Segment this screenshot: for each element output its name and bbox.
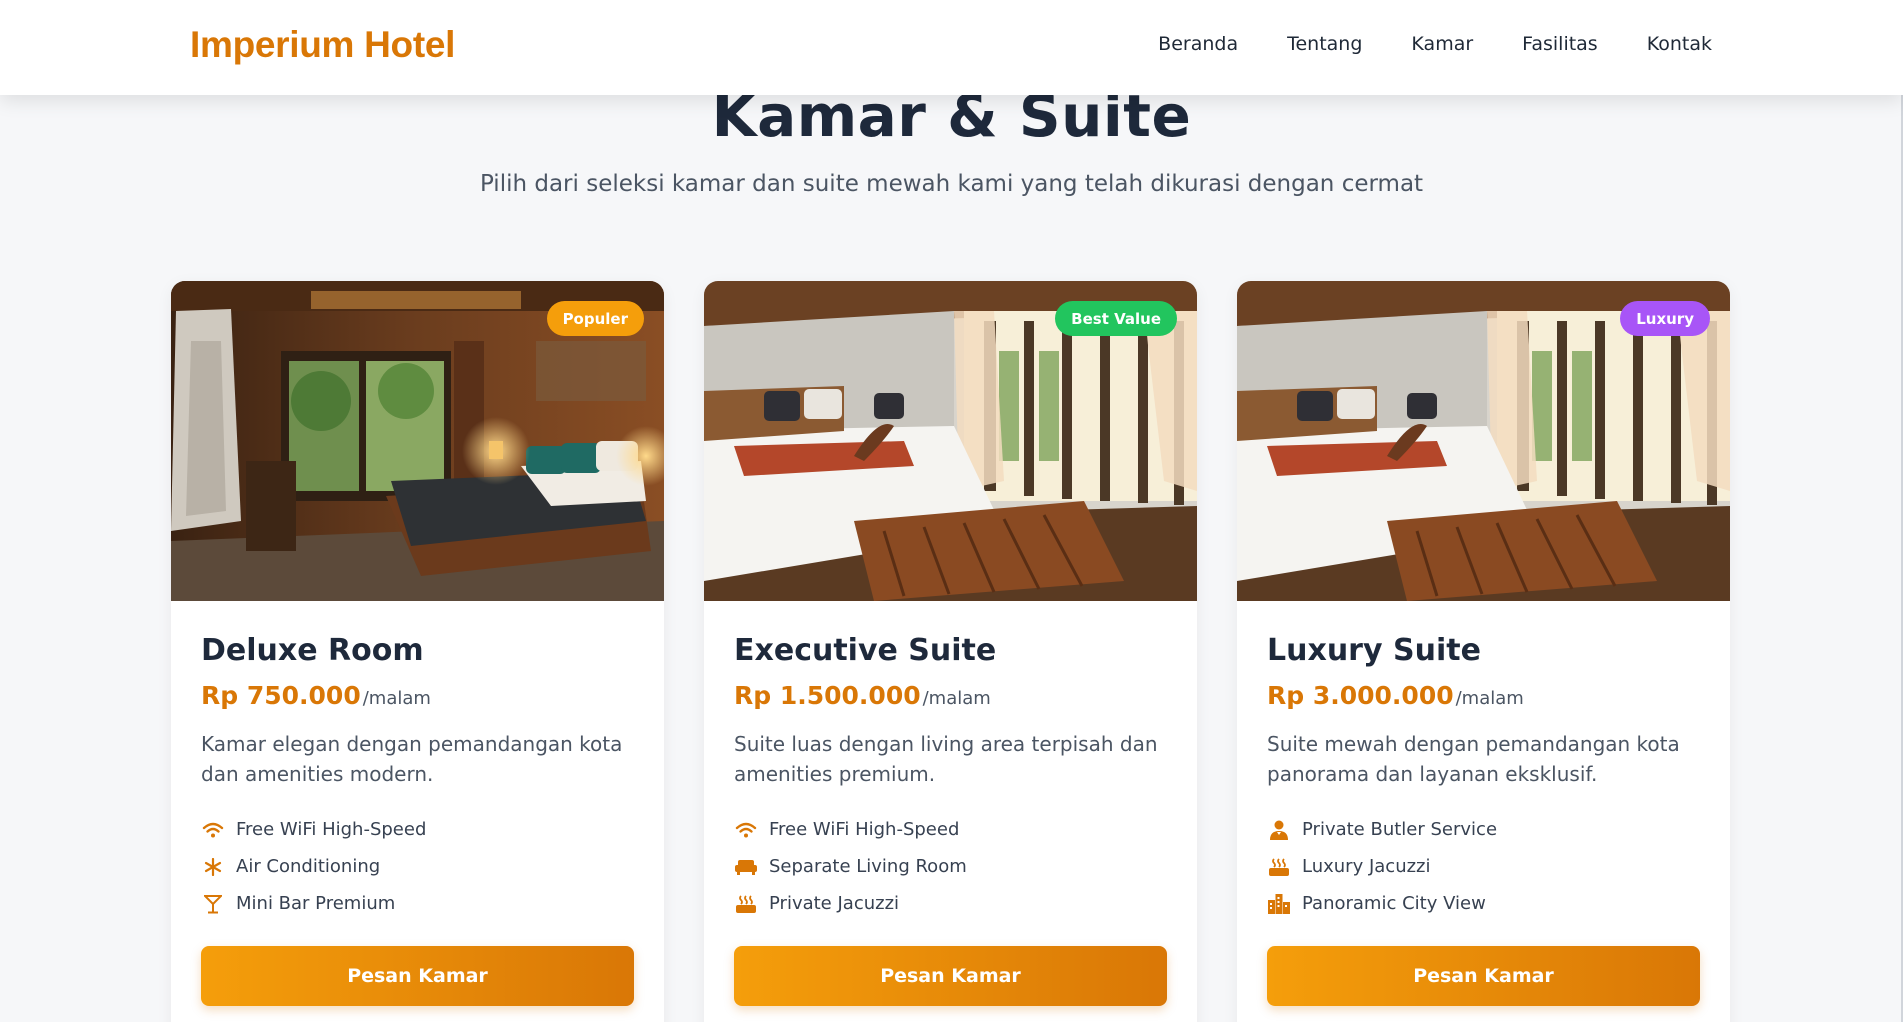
room-photo-luxury: Luxury bbox=[1237, 281, 1730, 601]
main-nav: Beranda Tentang Kamar Fasilitas Kontak bbox=[1158, 33, 1712, 55]
feature-item: Private Jacuzzi bbox=[734, 885, 1167, 922]
feature-label: Free WiFi High-Speed bbox=[769, 819, 960, 840]
room-cards: Populer Deluxe Room Rp 750.000 /malam Ka… bbox=[171, 281, 1730, 1022]
book-room-button[interactable]: Pesan Kamar bbox=[201, 946, 634, 1006]
feature-label: Free WiFi High-Speed bbox=[236, 819, 427, 840]
feature-item: Separate Living Room bbox=[734, 848, 1167, 885]
section-subtitle: Pilih dari seleksi kamar dan suite mewah… bbox=[479, 171, 1424, 197]
room-title: Luxury Suite bbox=[1267, 633, 1481, 668]
nav-link-tentang[interactable]: Tentang bbox=[1287, 33, 1362, 55]
badge-populer: Populer bbox=[546, 301, 644, 336]
wifi-icon bbox=[201, 818, 225, 842]
room-description: Suite mewah dengan pemandangan kota pano… bbox=[1267, 732, 1680, 786]
room-card-executive: Best Value Executive Suite Rp 1.500.000 … bbox=[704, 281, 1197, 1022]
price-row: Rp 3.000.000 /malam bbox=[1267, 681, 1700, 710]
room-description: Kamar elegan dengan pemandangan kota dan… bbox=[201, 732, 623, 786]
price-unit: /malam bbox=[922, 688, 991, 709]
book-room-button[interactable]: Pesan Kamar bbox=[734, 946, 1167, 1006]
feature-label: Luxury Jacuzzi bbox=[1302, 856, 1431, 877]
feature-list: Free WiFi High-Speed Air Conditioning Mi… bbox=[201, 811, 634, 922]
sofa-icon bbox=[734, 855, 758, 879]
feature-label: Mini Bar Premium bbox=[236, 893, 396, 914]
room-card-deluxe: Populer Deluxe Room Rp 750.000 /malam Ka… bbox=[171, 281, 664, 1022]
feature-label: Private Butler Service bbox=[1302, 819, 1498, 840]
price-row: Rp 750.000 /malam bbox=[201, 681, 634, 710]
room-price: Rp 1.500.000 bbox=[734, 681, 921, 710]
nav-link-beranda[interactable]: Beranda bbox=[1158, 33, 1238, 55]
hotel-logo[interactable]: Imperium Hotel bbox=[190, 24, 455, 66]
room-price: Rp 750.000 bbox=[201, 681, 361, 710]
price-unit: /malam bbox=[362, 688, 431, 709]
room-title: Executive Suite bbox=[734, 633, 997, 668]
book-room-button[interactable]: Pesan Kamar bbox=[1267, 946, 1700, 1006]
snowflake-icon bbox=[201, 855, 225, 879]
feature-label: Panoramic City View bbox=[1302, 893, 1486, 914]
butler-icon bbox=[1267, 818, 1291, 842]
price-row: Rp 1.500.000 /malam bbox=[734, 681, 1167, 710]
price-unit: /malam bbox=[1455, 688, 1524, 709]
feature-list: Private Butler Service Luxury Jacuzzi Pa… bbox=[1267, 811, 1700, 922]
room-price: Rp 3.000.000 bbox=[1267, 681, 1454, 710]
feature-item: Luxury Jacuzzi bbox=[1267, 848, 1700, 885]
feature-item: Private Butler Service bbox=[1267, 811, 1700, 848]
badge-luxury: Luxury bbox=[1620, 301, 1710, 336]
feature-item: Air Conditioning bbox=[201, 848, 634, 885]
feature-item: Free WiFi High-Speed bbox=[734, 811, 1167, 848]
room-title: Deluxe Room bbox=[201, 633, 424, 668]
feature-label: Separate Living Room bbox=[769, 856, 967, 877]
feature-item: Mini Bar Premium bbox=[201, 885, 634, 922]
room-photo-deluxe: Populer bbox=[171, 281, 664, 601]
wifi-icon bbox=[734, 818, 758, 842]
badge-best-value: Best Value bbox=[1055, 301, 1177, 336]
room-photo-executive: Best Value bbox=[704, 281, 1197, 601]
city-icon bbox=[1267, 892, 1291, 916]
hot-tub-icon bbox=[734, 892, 758, 916]
room-card-luxury: Luxury Luxury Suite Rp 3.000.000 /malam … bbox=[1237, 281, 1730, 1022]
nav-link-kontak[interactable]: Kontak bbox=[1647, 33, 1712, 55]
nav-link-kamar[interactable]: Kamar bbox=[1411, 33, 1473, 55]
nav-link-fasilitas[interactable]: Fasilitas bbox=[1522, 33, 1598, 55]
feature-item: Free WiFi High-Speed bbox=[201, 811, 634, 848]
feature-item: Panoramic City View bbox=[1267, 885, 1700, 922]
hot-tub-icon bbox=[1267, 855, 1291, 879]
feature-list: Free WiFi High-Speed Separate Living Roo… bbox=[734, 811, 1167, 922]
room-description: Suite luas dengan living area terpisah d… bbox=[734, 732, 1158, 786]
feature-label: Air Conditioning bbox=[236, 856, 381, 877]
cocktail-icon bbox=[201, 892, 225, 916]
feature-label: Private Jacuzzi bbox=[769, 893, 900, 914]
site-header: Imperium Hotel Beranda Tentang Kamar Fas… bbox=[0, 0, 1903, 95]
